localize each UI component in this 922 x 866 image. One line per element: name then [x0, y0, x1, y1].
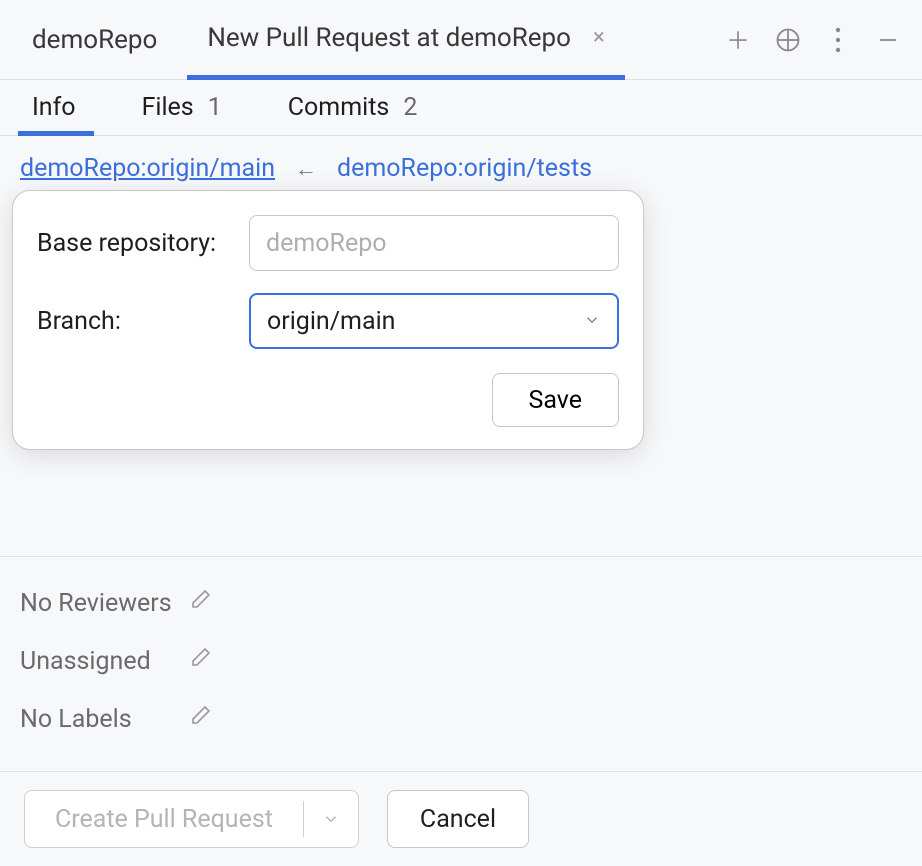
tab-repo[interactable]: demoRepo — [18, 0, 187, 79]
create-pr-dropdown[interactable] — [304, 810, 358, 828]
branch-select[interactable]: origin/main — [249, 293, 619, 349]
pencil-icon[interactable] — [188, 588, 212, 619]
create-pr-label: Create Pull Request — [25, 805, 303, 834]
base-repo-value: demoRepo — [266, 229, 387, 258]
branch-row: demoRepo:origin/main ← demoRepo:origin/t… — [0, 136, 922, 183]
minimize-icon[interactable] — [872, 24, 904, 56]
tab-files-count: 1 — [208, 93, 222, 122]
base-repo-field[interactable]: demoRepo — [249, 215, 619, 271]
pencil-icon[interactable] — [188, 704, 212, 735]
tab-files[interactable]: Files 1 — [124, 80, 240, 135]
create-pr-button[interactable]: Create Pull Request — [24, 790, 359, 848]
popover-footer: Save — [37, 373, 619, 427]
reviewers-row: No Reviewers — [20, 579, 902, 627]
assignee-row: Unassigned — [20, 637, 902, 685]
labels-row: No Labels — [20, 695, 902, 743]
chevron-down-icon — [583, 307, 601, 336]
target-icon[interactable] — [772, 24, 804, 56]
tab-new-pr[interactable]: New Pull Request at demoRepo × — [187, 1, 624, 80]
tab-info[interactable]: Info — [18, 80, 94, 135]
tab-new-pr-label: New Pull Request at demoRepo — [207, 23, 571, 53]
assignee-text: Unassigned — [20, 647, 180, 676]
plus-icon[interactable] — [722, 24, 754, 56]
compare-branch-link[interactable]: demoRepo:origin/tests — [337, 154, 592, 183]
save-button[interactable]: Save — [492, 373, 619, 427]
base-branch-link[interactable]: demoRepo:origin/main — [20, 154, 275, 183]
close-icon[interactable]: × — [593, 25, 605, 50]
branch-label: Branch: — [37, 307, 249, 336]
cancel-button[interactable]: Cancel — [387, 790, 529, 848]
tab-files-label: Files — [142, 93, 194, 122]
subtabs: Info Files 1 Commits 2 — [0, 80, 922, 136]
metadata-section: No Reviewers Unassigned No Labels — [0, 556, 922, 775]
reviewers-text: No Reviewers — [20, 589, 180, 618]
branch-popover: Base repository: demoRepo Branch: origin… — [12, 190, 644, 450]
branch-select-value: origin/main — [267, 307, 395, 336]
header-actions — [722, 24, 904, 56]
tab-commits-label: Commits — [288, 93, 390, 122]
tab-commits[interactable]: Commits 2 — [270, 80, 436, 135]
arrow-left-icon: ← — [295, 156, 317, 182]
labels-text: No Labels — [20, 705, 180, 734]
tab-info-label: Info — [32, 93, 76, 122]
branch-select-row: Branch: origin/main — [37, 293, 619, 349]
title-bar: demoRepo New Pull Request at demoRepo × — [0, 0, 922, 80]
tab-commits-count: 2 — [403, 93, 417, 122]
base-repo-label: Base repository: — [37, 229, 249, 258]
base-repo-row: Base repository: demoRepo — [37, 215, 619, 271]
pencil-icon[interactable] — [188, 646, 212, 677]
tab-repo-label: demoRepo — [32, 25, 157, 55]
more-icon[interactable] — [822, 24, 854, 56]
footer: Create Pull Request Cancel — [0, 771, 922, 866]
